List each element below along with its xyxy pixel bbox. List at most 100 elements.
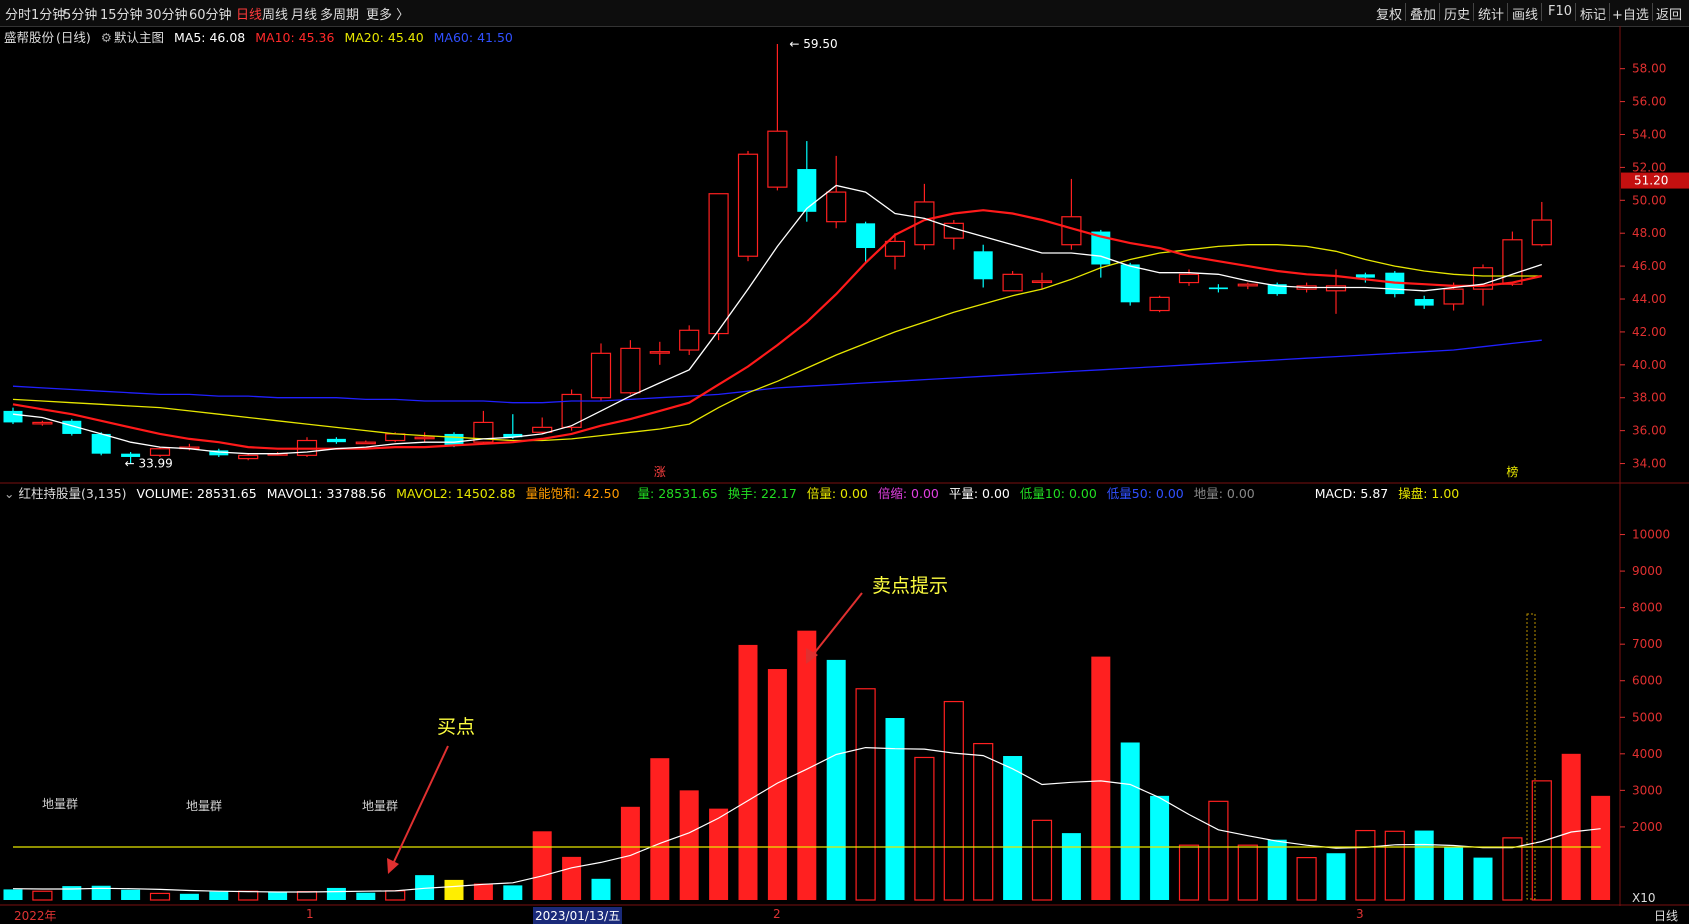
candle-body-up	[1443, 288, 1464, 305]
volume-bar-up	[973, 742, 994, 901]
price-tick-label: 56.00	[1632, 95, 1666, 109]
sell-point-label: 卖点提示	[872, 575, 948, 597]
low-price-label: ← 33.99	[125, 457, 173, 471]
volume-bar	[709, 808, 729, 900]
volume-tick-label: 6000	[1632, 674, 1663, 688]
ma5-line	[12, 184, 1543, 455]
volume-bar	[3, 889, 23, 900]
buy-point-arrow	[391, 745, 449, 867]
price-tick-label: 58.00	[1632, 62, 1666, 76]
volume-tick-label: 9000	[1632, 564, 1663, 578]
crosshair-date: 2023/01/13/五	[533, 907, 623, 924]
volume-bar	[1591, 795, 1611, 900]
candle-body-up	[1031, 280, 1053, 284]
price-tick-label: 52.00	[1632, 160, 1666, 174]
volume-bar	[1267, 839, 1287, 900]
candle-body-up	[590, 352, 612, 399]
candle-body-down	[326, 438, 346, 443]
volume-bar	[473, 883, 493, 900]
volume-bar-up	[1178, 844, 1200, 901]
candle-body-up	[414, 436, 435, 440]
price-tick-label: 42.00	[1632, 325, 1666, 339]
volume-bar	[268, 891, 288, 900]
volume-bar-series	[3, 630, 1611, 901]
price-axis: 34.00 36.00 38.00 40.00 42.00 44.00 46.00 48.00…	[1620, 62, 1689, 471]
volume-tick-label: 3000	[1632, 783, 1663, 797]
volume-bar	[356, 892, 376, 900]
volume-bar-up	[1384, 830, 1405, 901]
candle-body-up	[649, 351, 670, 354]
date-axis-bar: 2022年 1 2023/01/13/五 2 3 日线	[0, 906, 1689, 924]
candle-body-down	[91, 433, 111, 454]
volume-bar	[209, 891, 229, 900]
candle-body-down	[1355, 274, 1375, 278]
sell-point-arrow	[811, 592, 863, 657]
high-price-label: ← 59.50	[789, 37, 837, 51]
price-tick-label: 44.00	[1632, 292, 1666, 306]
candle-body-up	[238, 454, 259, 460]
volume-bar-up	[855, 688, 876, 901]
candle-body-up	[1149, 296, 1170, 312]
candle-body-down	[444, 433, 464, 446]
volume-bar-up	[914, 756, 935, 901]
price-tick-label: 48.00	[1632, 226, 1666, 240]
volume-bar	[620, 806, 640, 900]
volume-bar	[679, 790, 699, 900]
price-tick-label: 50.00	[1632, 193, 1666, 207]
limit-up-marker: 涨	[654, 464, 666, 479]
ma60-line	[12, 339, 1542, 404]
volume-bar	[885, 718, 905, 900]
volume-bar	[444, 879, 464, 900]
candle-body-up	[767, 130, 788, 188]
volume-bar	[1444, 847, 1464, 900]
volume-bar	[591, 878, 611, 900]
price-tick-label: 40.00	[1632, 358, 1666, 372]
volume-bar	[62, 886, 82, 900]
volume-bar	[1326, 853, 1346, 900]
volume-tick-label: 5000	[1632, 710, 1663, 724]
volume-bar	[1061, 833, 1081, 900]
price-tick-label: 34.00	[1632, 457, 1666, 471]
volume-bar-up	[296, 890, 318, 901]
volume-bar	[1091, 656, 1111, 900]
volume-bar-up	[149, 892, 171, 901]
candle-body-down	[973, 251, 993, 280]
price-tick-label: 36.00	[1632, 424, 1666, 438]
candle-body-up	[708, 193, 729, 335]
volume-bar	[179, 893, 199, 900]
volume-bar	[1150, 795, 1170, 900]
candle-body-down	[1208, 287, 1228, 290]
period-indicator: 日线	[1654, 909, 1679, 923]
candle-body-down	[1120, 264, 1140, 303]
volume-multiplier-label: X10	[1632, 891, 1656, 905]
candle-body-down	[1414, 299, 1434, 306]
candle-body-up	[884, 240, 906, 257]
volume-bar	[503, 885, 523, 900]
candle-body-down	[797, 169, 817, 212]
candle-body-up	[1502, 239, 1523, 285]
price-tick-label: 38.00	[1632, 391, 1666, 405]
volume-bar-up	[1031, 819, 1053, 901]
candle-body-down	[3, 410, 23, 423]
volume-bar-up	[32, 890, 53, 901]
ground-volume-group-label: 地量群	[362, 799, 398, 813]
volume-bar	[650, 758, 670, 900]
candle-body-up	[620, 347, 641, 394]
volume-bar	[562, 856, 582, 900]
volume-bar	[738, 644, 758, 900]
candle-body-up	[737, 153, 759, 257]
moving-average-lines	[12, 184, 1543, 455]
candle-body-up	[355, 441, 376, 445]
price-tick-label: 54.00	[1632, 127, 1666, 141]
candle-body-up	[826, 191, 847, 223]
volume-bar-up	[1208, 800, 1229, 901]
volume-tick-label: 4000	[1632, 747, 1663, 761]
candle-body-down	[856, 223, 876, 249]
volume-bar-up	[385, 890, 406, 901]
kline-volume-chart[interactable]: 34.00 36.00 38.00 40.00 42.00 44.00 46.00 48.00…	[0, 0, 1689, 924]
volume-bar-up	[943, 700, 964, 901]
date-label-year: 2022年	[14, 909, 57, 923]
candle-body-up	[32, 421, 53, 425]
arrow-head-icon	[387, 858, 399, 874]
volume-bar	[532, 831, 552, 900]
